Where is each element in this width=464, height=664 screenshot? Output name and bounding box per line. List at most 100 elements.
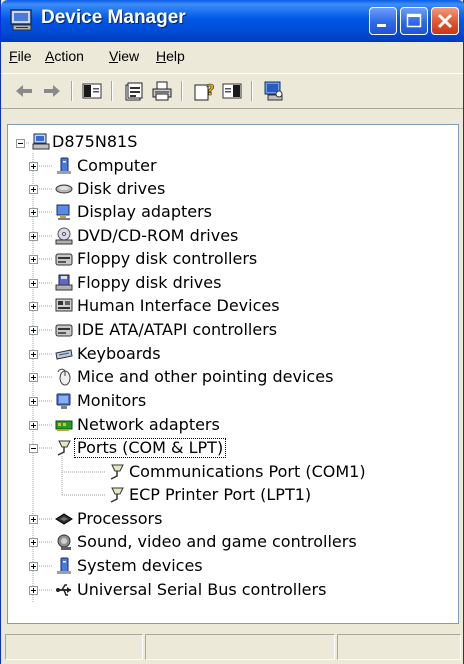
tree-node-label: Keyboards (77, 344, 161, 363)
minimize-icon (377, 24, 386, 27)
expand-button[interactable] (29, 255, 38, 264)
tree-node-label: ECP Printer Port (LPT1) (129, 485, 312, 504)
tree-node-sound[interactable]: Sound, video and game controllers (8, 531, 458, 553)
tree-node-ports[interactable]: Ports (COM & LPT) (8, 437, 458, 459)
menu-view-mnemonic: V (109, 48, 119, 64)
window-title: Device Manager (41, 7, 186, 28)
tree-node-system-devices[interactable]: System devices (8, 555, 458, 577)
tree-node-display-adapters[interactable]: Display adapters (8, 201, 458, 223)
status-pane-2 (145, 634, 335, 660)
menu-bar: File Action View Help (1, 42, 463, 72)
dvd-drive-icon (55, 227, 73, 245)
tree-node-label: IDE ATA/ATAPI controllers (77, 320, 278, 339)
menu-file[interactable]: File (9, 48, 32, 64)
expand-button[interactable] (29, 279, 38, 288)
tree-node-label: Communications Port (COM1) (129, 462, 366, 481)
monitor-icon (56, 393, 71, 409)
sound-icon (57, 534, 71, 550)
console-tree-icon[interactable] (81, 80, 103, 102)
minimize-button[interactable] (369, 7, 397, 35)
expand-button[interactable] (29, 538, 38, 547)
menu-view-label: iew (118, 48, 140, 64)
back-arrow-icon[interactable] (13, 80, 35, 102)
tree-node-floppy-drives[interactable]: Floppy disk drives (8, 272, 458, 294)
device-tree-panel[interactable]: D875N81S Computer Disk drives Display ad… (7, 124, 459, 624)
menu-action[interactable]: Action (45, 48, 84, 64)
close-icon (437, 13, 453, 29)
scan-hardware-icon[interactable] (263, 80, 285, 102)
collapse-button[interactable] (29, 444, 38, 453)
tree-node-lpt1[interactable]: ECP Printer Port (LPT1) (8, 484, 458, 506)
help-icon[interactable]: ? (193, 80, 215, 102)
expand-button[interactable] (29, 208, 38, 217)
menu-help-mnemonic: H (156, 48, 167, 64)
maximize-button[interactable] (400, 7, 428, 35)
toolbar-separator (251, 81, 253, 101)
menu-action-label: ction (54, 48, 84, 64)
mouse-icon (57, 368, 71, 386)
expand-button[interactable] (29, 232, 38, 241)
tree-node-disk-drives[interactable]: Disk drives (8, 178, 458, 200)
expand-button[interactable] (29, 162, 38, 171)
expand-button[interactable] (29, 302, 38, 311)
tree-node-floppy-controllers[interactable]: Floppy disk controllers (8, 248, 458, 270)
expand-button[interactable] (29, 350, 38, 359)
tree-node-label: Processors (77, 509, 163, 528)
menu-file-mnemonic: F (9, 48, 18, 64)
expand-button[interactable] (29, 397, 38, 406)
tree-node-label: Human Interface Devices (77, 296, 280, 315)
tree-node-ide-controllers[interactable]: IDE ATA/ATAPI controllers (8, 319, 458, 341)
display-adapter-icon (56, 204, 70, 220)
tree-node-label: Mice and other pointing devices (77, 367, 334, 386)
toolbar-separator (111, 81, 113, 101)
expand-button[interactable] (29, 421, 38, 430)
floppy-drive-icon (55, 274, 73, 291)
tree-root-label[interactable]: D875N81S (50, 131, 139, 153)
expand-button[interactable] (29, 586, 38, 595)
print-icon[interactable] (151, 80, 173, 102)
menu-help[interactable]: Help (156, 48, 185, 64)
tree-node-label: Sound, video and game controllers (77, 532, 357, 551)
tree-node-keyboards[interactable]: Keyboards (8, 343, 458, 365)
usb-icon (56, 584, 71, 596)
collapse-root-button[interactable] (16, 139, 25, 148)
expand-button[interactable] (29, 515, 38, 524)
tree-node-label: Computer (77, 156, 157, 175)
device-manager-icon (10, 9, 32, 31)
expand-button[interactable] (29, 326, 38, 335)
maximize-icon (406, 13, 422, 28)
port-icon (110, 464, 124, 480)
expand-button[interactable] (29, 562, 38, 571)
tree-node-label: Floppy disk drives (77, 273, 222, 292)
expand-button[interactable] (29, 373, 38, 382)
tree-node-label: Disk drives (77, 179, 166, 198)
tree-node-mice[interactable]: Mice and other pointing devices (8, 366, 458, 388)
title-bar[interactable]: Device Manager (1, 0, 464, 42)
toolbar-separator (71, 81, 73, 101)
menu-file-label: ile (17, 48, 32, 64)
menu-view[interactable]: View (109, 48, 139, 64)
tree-node-processors[interactable]: Processors (8, 508, 458, 530)
tree-node-hid[interactable]: Human Interface Devices (8, 295, 458, 317)
network-adapter-icon (55, 420, 73, 431)
tree-node-label: System devices (77, 556, 203, 575)
expand-button[interactable] (29, 185, 38, 194)
properties-icon[interactable] (123, 80, 145, 102)
forward-arrow-icon[interactable] (41, 80, 63, 102)
computer-icon (32, 133, 50, 150)
tree-node-dvd-drives[interactable]: DVD/CD-ROM drives (8, 225, 458, 247)
action-pane-icon[interactable] (221, 80, 243, 102)
tree-node-monitors[interactable]: Monitors (8, 390, 458, 412)
keyboard-icon (55, 349, 73, 360)
tree-node-label: Monitors (77, 391, 147, 410)
tree-node-com1[interactable]: Communications Port (COM1) (8, 461, 458, 483)
tree-node-computer[interactable]: Computer (8, 155, 458, 177)
hid-icon (55, 298, 73, 312)
toolbar-separator (181, 81, 183, 101)
tree-node-usb[interactable]: Universal Serial Bus controllers (8, 579, 458, 601)
menu-help-label: elp (166, 48, 185, 64)
tree-node-network-adapters[interactable]: Network adapters (8, 414, 458, 436)
status-pane-1 (5, 634, 143, 660)
controller-icon (55, 324, 73, 337)
close-button[interactable] (431, 7, 459, 35)
